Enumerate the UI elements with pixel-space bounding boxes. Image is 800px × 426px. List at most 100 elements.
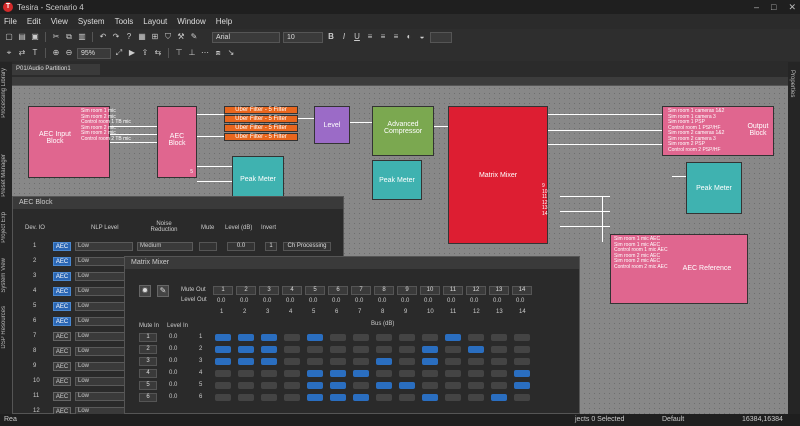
crosspoint-button[interactable] <box>376 382 392 389</box>
crosspoint-button[interactable] <box>261 394 277 401</box>
crosspoint-button[interactable] <box>468 334 484 341</box>
level-in-value[interactable]: 0.0 <box>169 358 177 364</box>
crosspoint-button[interactable] <box>261 346 277 353</box>
crosspoint-button[interactable] <box>468 370 484 377</box>
crosspoint-button[interactable] <box>445 370 461 377</box>
align-left-icon[interactable]: ≡ <box>365 32 375 42</box>
aec-input-block[interactable]: AEC Input Block Sim room 1 mic Sim room … <box>28 106 131 178</box>
menu-layout[interactable]: Layout <box>143 17 167 26</box>
level-in-value[interactable]: 0.0 <box>169 346 177 352</box>
mute-out-button[interactable]: 8 <box>374 286 394 295</box>
aec-toggle-button[interactable]: AEC <box>53 332 71 341</box>
crosspoint-button[interactable] <box>514 370 530 377</box>
crosspoint-button[interactable] <box>445 394 461 401</box>
properties-tab[interactable]: Properties <box>789 70 795 97</box>
maximize-icon[interactable]: □ <box>771 2 776 13</box>
mute-in-button[interactable]: 1 <box>139 333 157 342</box>
crosspoint-button[interactable] <box>422 394 438 401</box>
dsp-resources-tab[interactable]: DSP Resources <box>1 306 7 349</box>
crosspoint-button[interactable] <box>307 334 323 341</box>
processing-library-tab[interactable]: Processing Library <box>1 68 7 118</box>
level-out-value[interactable]: 0.0 <box>332 298 340 304</box>
uber-filter-1[interactable]: Uber Filter - 5 Filter <box>224 106 298 114</box>
mute-in-button[interactable]: 4 <box>139 369 157 378</box>
mute-out-button[interactable]: 9 <box>397 286 417 295</box>
zoom-out-icon[interactable]: ⊖ <box>64 48 74 58</box>
crosspoint-button[interactable] <box>445 346 461 353</box>
italic-button[interactable]: I <box>339 32 349 42</box>
crosspoint-button[interactable] <box>238 370 254 377</box>
line-style-select[interactable] <box>430 31 452 43</box>
invert-button[interactable]: 1 <box>265 242 277 251</box>
level-out-value[interactable]: 0.0 <box>493 298 501 304</box>
menu-file[interactable]: File <box>4 17 17 26</box>
mute-in-button[interactable]: 6 <box>139 393 157 402</box>
crosspoint-button[interactable] <box>330 346 346 353</box>
crosspoint-button[interactable] <box>353 394 369 401</box>
align-top-icon[interactable]: ⊤ <box>174 48 184 58</box>
level-in-value[interactable]: 0.0 <box>169 382 177 388</box>
pencil-icon[interactable]: ✎ <box>189 32 199 42</box>
crosspoint-button[interactable] <box>215 358 231 365</box>
level-out-value[interactable]: 0.0 <box>240 298 248 304</box>
uber-filter-3[interactable]: Uber Filter - 5 Filter <box>224 124 298 132</box>
uber-filter-2[interactable]: Uber Filter - 5 Filter <box>224 115 298 123</box>
shield-icon[interactable]: ⛉ <box>163 32 173 42</box>
matrix-mixer-block[interactable]: Matrix Mixer <box>448 106 548 244</box>
crosspoint-button[interactable] <box>376 358 392 365</box>
new-file-icon[interactable]: ▢ <box>4 32 14 42</box>
mute-out-button[interactable]: 7 <box>351 286 371 295</box>
crosspoint-button[interactable] <box>376 334 392 341</box>
mute-out-button[interactable]: 13 <box>489 286 509 295</box>
crosspoint-button[interactable] <box>215 394 231 401</box>
crosspoint-button[interactable] <box>445 334 461 341</box>
fit-icon[interactable]: ⤢ <box>114 48 124 58</box>
level-block[interactable]: Level <box>314 106 350 144</box>
crosspoint-button[interactable] <box>376 394 392 401</box>
crosspoint-button[interactable] <box>399 358 415 365</box>
crosspoint-button[interactable] <box>330 334 346 341</box>
crosspoint-button[interactable] <box>238 394 254 401</box>
font-family-select[interactable]: Arial <box>212 31 280 43</box>
crosspoint-button[interactable] <box>330 382 346 389</box>
advanced-compressor-block[interactable]: Advanced Compressor <box>372 106 434 156</box>
crosspoint-button[interactable] <box>399 370 415 377</box>
mute-in-button[interactable]: 2 <box>139 345 157 354</box>
aec-toggle-button[interactable]: AEC <box>53 302 71 311</box>
crosspoint-button[interactable] <box>445 358 461 365</box>
level-out-value[interactable]: 0.0 <box>516 298 524 304</box>
crosspoint-button[interactable] <box>261 370 277 377</box>
aec-block[interactable]: AEC Block 5 <box>157 106 197 178</box>
crosspoint-button[interactable] <box>238 334 254 341</box>
crosspoint-button[interactable] <box>422 382 438 389</box>
minimize-icon[interactable]: – <box>754 2 759 13</box>
crosspoint-button[interactable] <box>399 394 415 401</box>
wrench-icon[interactable]: ⚒ <box>176 32 186 42</box>
mute-out-button[interactable]: 11 <box>443 286 463 295</box>
crosspoint-button[interactable] <box>215 346 231 353</box>
crosspoint-button[interactable] <box>307 394 323 401</box>
line-color-icon[interactable]: ◒ <box>417 32 427 42</box>
copy-icon[interactable]: ⧉ <box>64 32 74 42</box>
crosspoint-button[interactable] <box>468 382 484 389</box>
redo-icon[interactable]: ↷ <box>111 32 121 42</box>
mute-out-button[interactable]: 3 <box>259 286 279 295</box>
peak-meter-2[interactable]: Peak Meter <box>372 160 422 200</box>
crosspoint-button[interactable] <box>307 370 323 377</box>
level-out-value[interactable]: 0.0 <box>470 298 478 304</box>
crosspoint-button[interactable] <box>514 358 530 365</box>
menu-help[interactable]: Help <box>216 17 232 26</box>
level-out-value[interactable]: 0.0 <box>401 298 409 304</box>
level-in-value[interactable]: 0.0 <box>169 370 177 376</box>
crosspoint-button[interactable] <box>399 382 415 389</box>
fill-color-icon[interactable]: ◐ <box>404 32 414 42</box>
send-icon[interactable]: ⇪ <box>140 48 150 58</box>
align-right-icon[interactable]: ≡ <box>391 32 401 42</box>
aec-toggle-button[interactable]: AEC <box>53 287 71 296</box>
crosspoint-button[interactable] <box>514 394 530 401</box>
system-view-tab[interactable]: System View <box>1 258 7 293</box>
group-icon[interactable]: ⧈ <box>213 48 223 58</box>
mute-out-button[interactable]: 5 <box>305 286 325 295</box>
crosspoint-button[interactable] <box>468 394 484 401</box>
align-bottom-icon[interactable]: ⊥ <box>187 48 197 58</box>
